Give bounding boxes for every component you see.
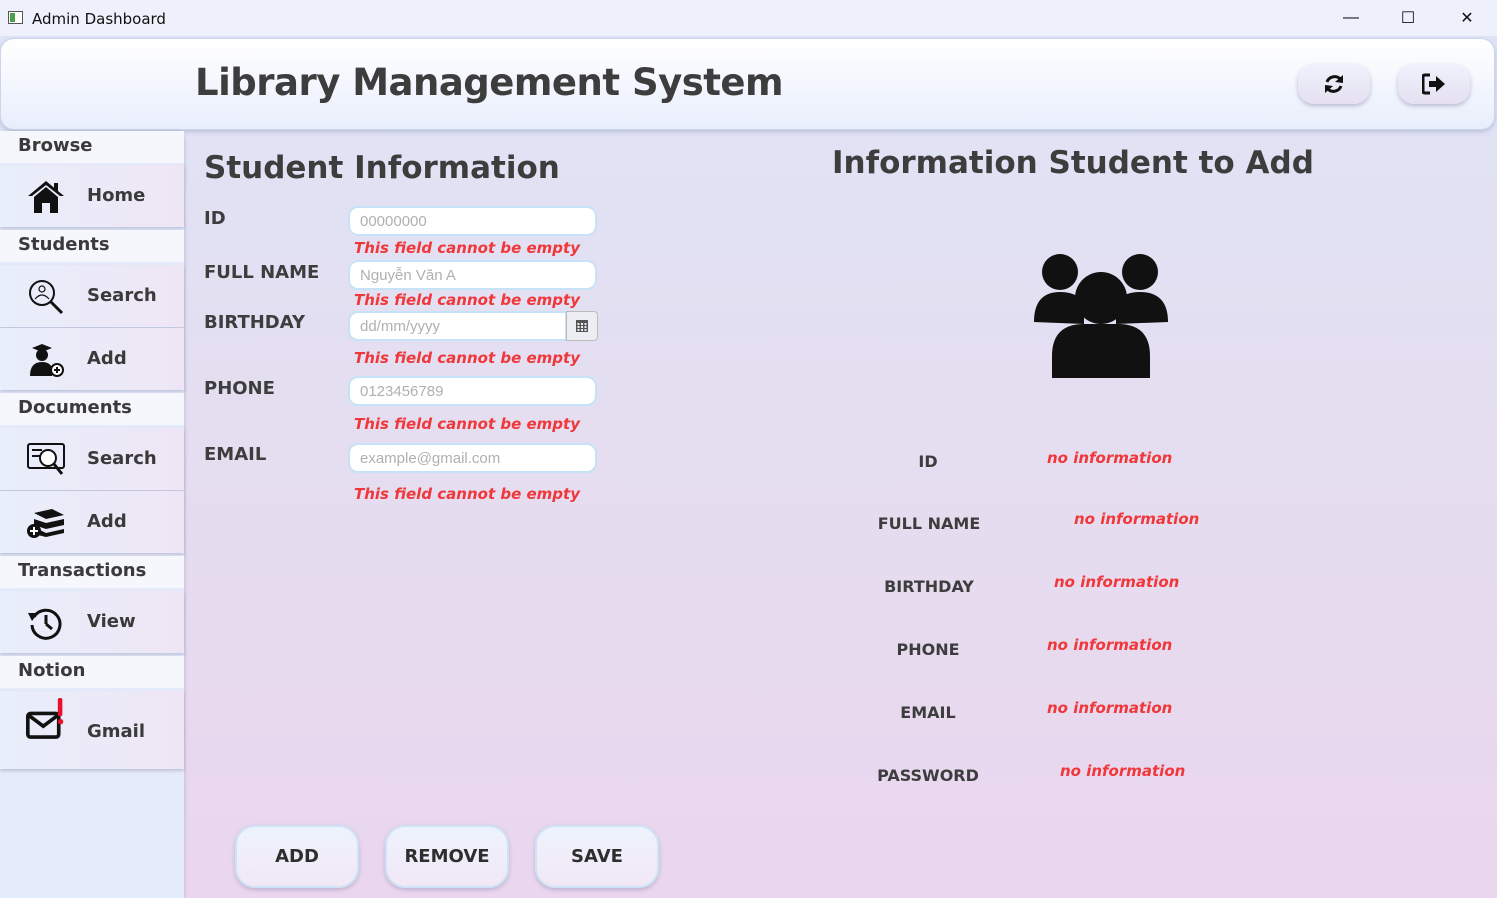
maximize-button[interactable]: ☐ — [1385, 4, 1431, 32]
save-button[interactable]: SAVE — [535, 825, 659, 888]
email-label: EMAIL — [204, 444, 267, 465]
sidebar-label-documents-add: Add — [87, 511, 127, 532]
date-picker-button[interactable] — [566, 311, 598, 341]
info-birthday-value: no information — [1054, 573, 1180, 591]
info-phone-label: PHONE — [896, 640, 960, 659]
info-email-label: EMAIL — [900, 703, 956, 722]
sidebar-item-students-add[interactable]: Add — [0, 328, 184, 390]
refresh-button[interactable] — [1298, 64, 1370, 104]
app-header: Library Management System — [0, 38, 1495, 130]
info-birthday-label: BIRTHDAY — [884, 577, 974, 596]
phone-input[interactable] — [348, 376, 597, 406]
sidebar-heading-students: Students — [0, 230, 184, 262]
add-document-icon — [27, 509, 64, 538]
info-phone-value: no information — [1047, 636, 1173, 654]
sidebar-label-gmail: Gmail — [87, 721, 146, 742]
app-icon — [8, 11, 23, 24]
home-icon — [28, 181, 64, 213]
phone-label: PHONE — [204, 378, 275, 399]
sidebar-item-transactions-view[interactable]: View — [0, 591, 184, 653]
sidebar-heading-documents: Documents — [0, 393, 184, 425]
fullname-label: FULL NAME — [204, 262, 320, 283]
info-password-label: PASSWORD — [877, 766, 979, 785]
minimize-button[interactable]: — — [1328, 4, 1374, 32]
info-password-value: no information — [1060, 762, 1186, 780]
email-input[interactable] — [348, 443, 597, 473]
sidebar-label-documents-search: Search — [87, 448, 157, 469]
logout-button[interactable] — [1398, 64, 1470, 104]
window-title: Admin Dashboard — [32, 10, 166, 28]
info-id-value: no information — [1047, 449, 1173, 467]
info-title: Information Student to Add — [832, 145, 1314, 181]
birthday-label: BIRTHDAY — [204, 312, 305, 333]
refresh-icon — [1325, 75, 1343, 93]
id-error: This field cannot be empty — [354, 239, 580, 257]
id-label: ID — [204, 208, 226, 229]
sidebar-label-students-add: Add — [87, 348, 127, 369]
sidebar-label-students-search: Search — [87, 285, 157, 306]
search-student-icon — [29, 280, 64, 315]
info-id-label: ID — [918, 452, 938, 471]
id-input[interactable] — [348, 206, 597, 236]
email-error: This field cannot be empty — [354, 485, 580, 503]
remove-button[interactable]: REMOVE — [385, 825, 509, 888]
close-button[interactable]: ✕ — [1444, 4, 1490, 32]
birthday-input[interactable] — [348, 311, 567, 341]
search-document-icon — [27, 443, 65, 475]
form-title: Student Information — [204, 150, 560, 186]
sidebar: Browse Home Students Search Add Document… — [0, 131, 184, 898]
sidebar-heading-browse: Browse — [0, 131, 184, 163]
history-icon — [28, 608, 62, 640]
add-button[interactable]: ADD — [235, 825, 359, 888]
fullname-input[interactable] — [348, 260, 597, 290]
sidebar-item-gmail[interactable]: Gmail — [0, 691, 184, 769]
info-fullname-value: no information — [1074, 510, 1200, 528]
window-titlebar: Admin Dashboard — ☐ ✕ — [0, 0, 1497, 36]
app-title: Library Management System — [195, 61, 784, 104]
sidebar-heading-transactions: Transactions — [0, 556, 184, 588]
sidebar-item-students-search[interactable]: Search — [0, 265, 184, 327]
sidebar-heading-notion: Notion — [0, 656, 184, 688]
info-fullname-label: FULL NAME — [877, 514, 981, 533]
birthday-error: This field cannot be empty — [354, 349, 580, 367]
users-group-icon — [1034, 254, 1168, 378]
sidebar-item-home[interactable]: Home — [0, 165, 184, 227]
sidebar-label-home: Home — [87, 185, 146, 206]
logout-icon — [1422, 73, 1445, 95]
sidebar-label-transactions-view: View — [87, 611, 136, 632]
calendar-icon — [576, 320, 588, 332]
sidebar-item-documents-search[interactable]: Search — [0, 428, 184, 490]
info-email-value: no information — [1047, 699, 1173, 717]
sidebar-item-documents-add[interactable]: Add — [0, 491, 184, 553]
add-student-icon — [30, 344, 64, 377]
phone-error: This field cannot be empty — [354, 415, 580, 433]
mail-notification-icon — [26, 698, 64, 739]
fullname-error: This field cannot be empty — [354, 291, 580, 309]
